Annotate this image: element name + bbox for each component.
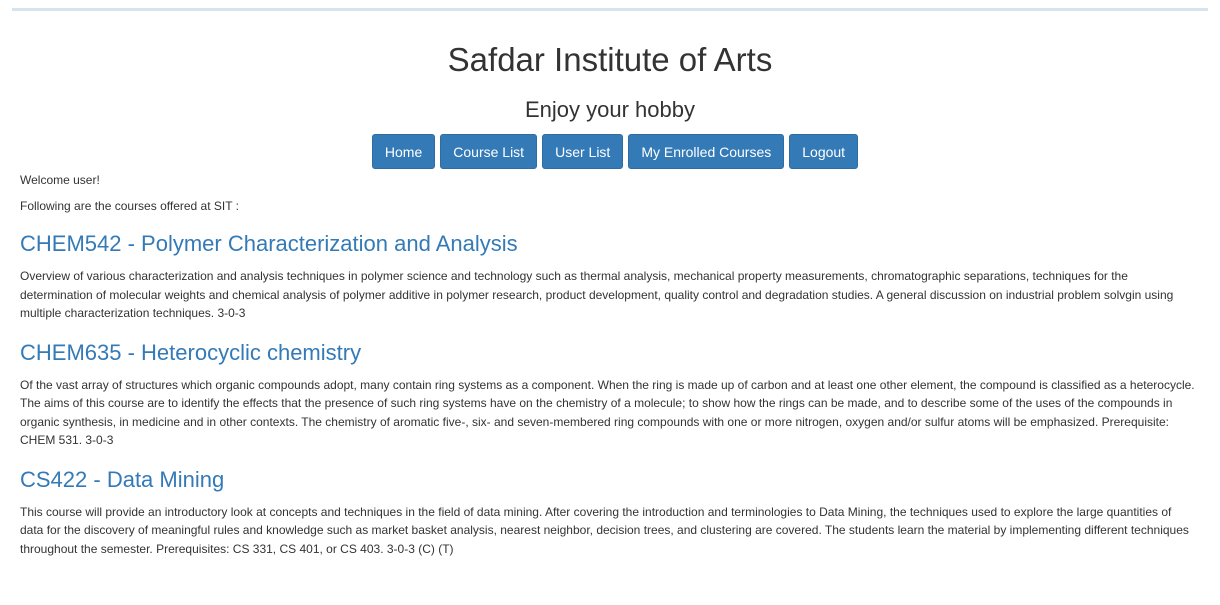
user-list-button[interactable]: User List [542,134,624,169]
course-item: CHEM635 - Heterocyclic chemistry Of the … [20,340,1200,450]
courses-intro: Following are the courses offered at SIT… [20,199,240,213]
my-enrolled-courses-button[interactable]: My Enrolled Courses [628,134,785,169]
site-subtitle: Enjoy your hobby [525,97,695,122]
main-content: Welcome user! Following are the courses … [0,172,1220,558]
course-description: Overview of various characterization and… [20,269,1174,320]
course-description: Of the vast array of structures which or… [20,377,1195,448]
site-title: Safdar Institute of Arts [447,41,773,78]
home-button[interactable]: Home [371,134,436,169]
course-item: CHEM542 - Polymer Characterization and A… [20,231,1200,323]
main-nav: Home Course List User List My Enrolled C… [10,134,1220,169]
course-title[interactable]: CHEM635 - Heterocyclic chemistry [20,340,1200,366]
course-title[interactable]: CHEM542 - Polymer Characterization and A… [20,231,1200,257]
top-divider [12,8,1208,11]
course-description: This course will provide an introductory… [20,504,1189,556]
welcome-message: Welcome user! [20,173,100,187]
logout-button[interactable]: Logout [789,134,859,169]
course-item: CS422 - Data Mining This course will pro… [20,467,1200,559]
course-title[interactable]: CS422 - Data Mining [20,467,1200,493]
course-list-button[interactable]: Course List [440,134,538,169]
